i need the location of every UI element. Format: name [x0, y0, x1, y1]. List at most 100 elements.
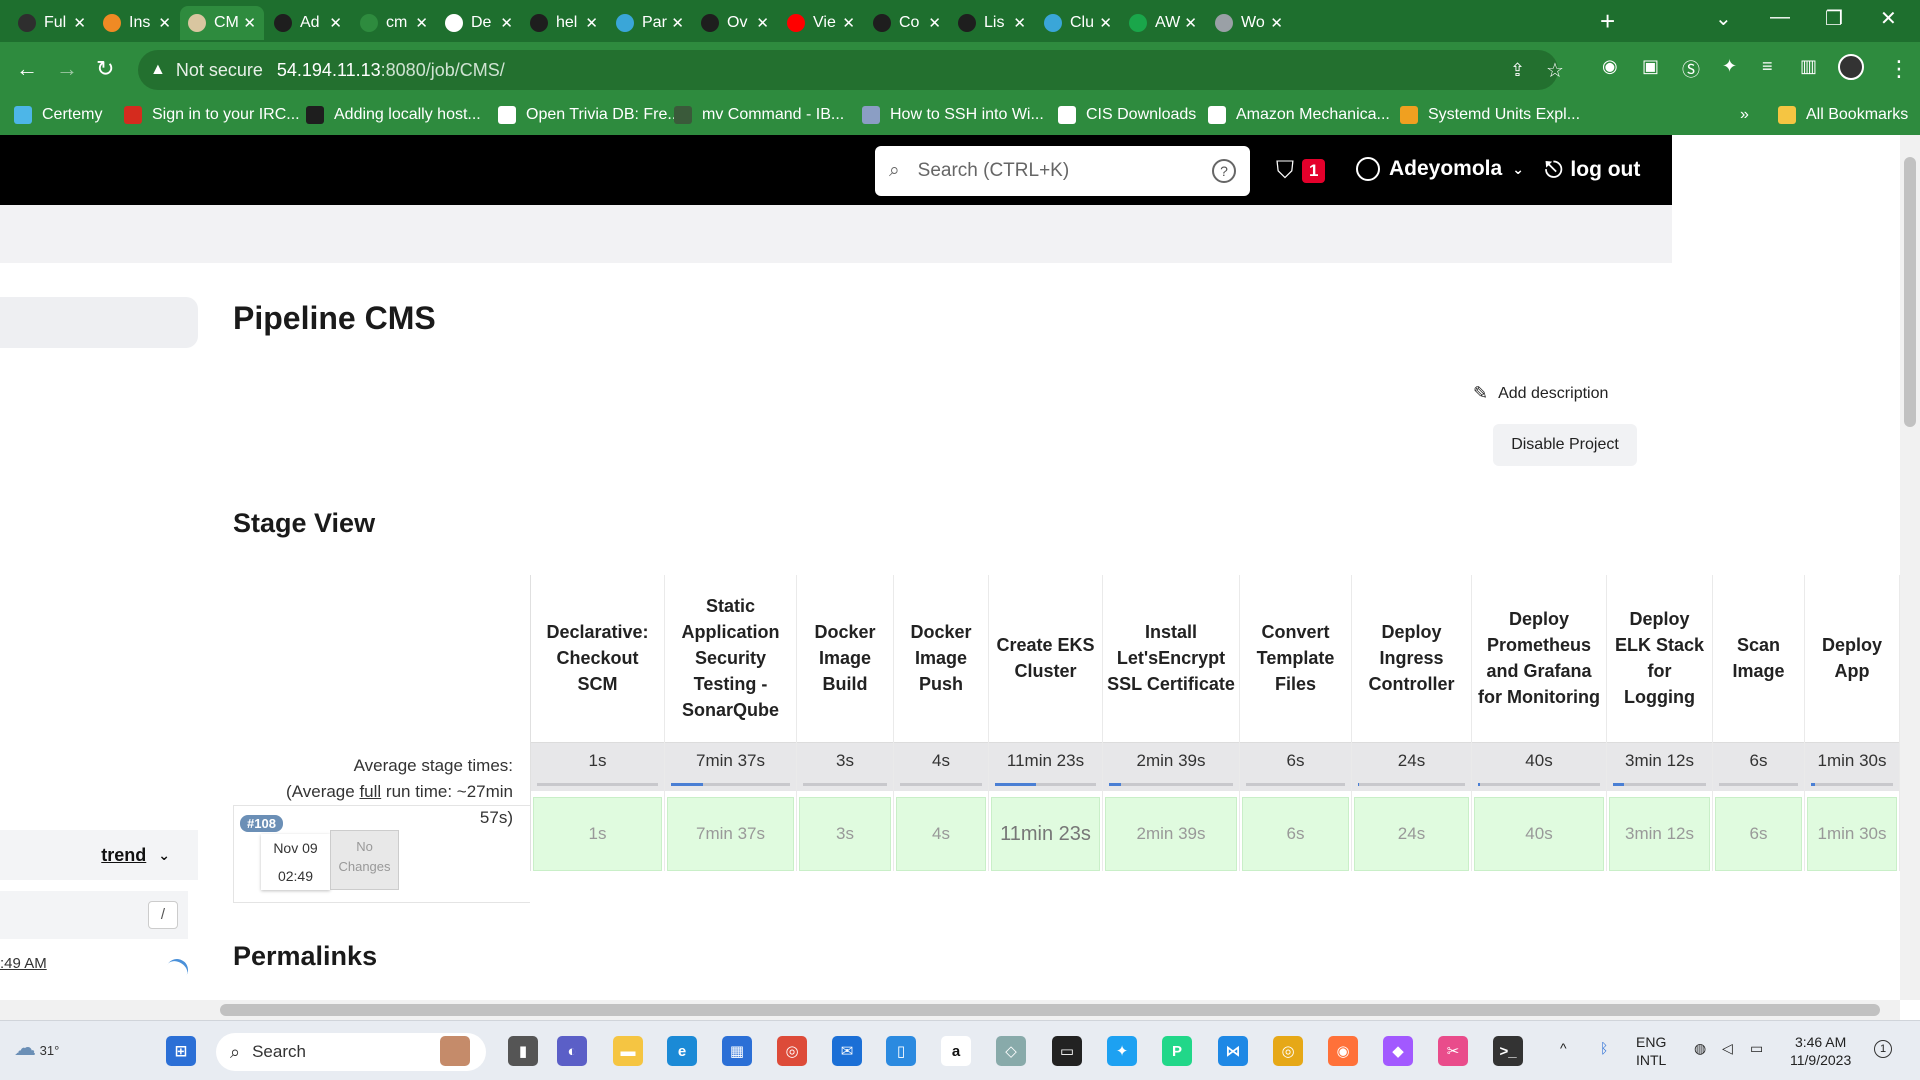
chat-icon[interactable]: ◐: [557, 1036, 587, 1066]
stage-result-cell[interactable]: 1s: [533, 797, 662, 871]
vertical-scroll-thumb[interactable]: [1904, 157, 1916, 427]
volume-icon[interactable]: ◁: [1722, 1039, 1733, 1057]
start-button[interactable]: ⊞: [166, 1036, 196, 1066]
share-icon[interactable]: ⇪: [1510, 60, 1525, 81]
stage-result-cell[interactable]: 1min 30s: [1807, 797, 1897, 871]
horizontal-scrollbar[interactable]: [0, 1000, 1900, 1020]
stage-result-cell[interactable]: 40s: [1474, 797, 1604, 871]
tab-3[interactable]: Ad ✕: [266, 6, 350, 40]
tab-2[interactable]: CM ✕: [180, 6, 264, 40]
bookmark-item[interactable]: Open Trivia DB: Fre...: [498, 106, 681, 124]
build-timestamp-link[interactable]: :49 AM: [0, 955, 47, 972]
widget-avatar-icon[interactable]: [440, 1036, 470, 1066]
back-icon[interactable]: ←: [16, 56, 38, 82]
stage-result-cell[interactable]: 2min 39s: [1105, 797, 1237, 871]
extensions-puzzle-icon[interactable]: ✦: [1722, 56, 1737, 77]
bookmark-item[interactable]: Sign in to your IRC...: [124, 106, 300, 124]
tray-overflow-icon[interactable]: ^: [1560, 1039, 1567, 1057]
minimize-button[interactable]: —: [1770, 6, 1790, 29]
tab-close-icon[interactable]: ✕: [585, 14, 598, 32]
vscode-icon[interactable]: ⋈: [1218, 1036, 1248, 1066]
tab-close-icon[interactable]: ✕: [928, 14, 941, 32]
store-icon[interactable]: ▦: [722, 1036, 752, 1066]
bookmark-star-icon[interactable]: ☆: [1546, 58, 1564, 83]
clock[interactable]: 3:46 AM 11/9/2023: [1790, 1033, 1851, 1069]
pycharm-icon[interactable]: P: [1162, 1036, 1192, 1066]
battery-icon[interactable]: ▭: [1750, 1039, 1763, 1057]
notification-badge[interactable]: 1: [1874, 1040, 1892, 1058]
tab-close-icon[interactable]: ✕: [1013, 14, 1026, 32]
tab-8[interactable]: Ov ✕: [693, 6, 777, 40]
tab-0[interactable]: Ful ✕: [10, 6, 94, 40]
tab-search-icon[interactable]: ⌄: [1715, 6, 1732, 31]
tab-close-icon[interactable]: ✕: [1099, 14, 1112, 32]
stage-result-cell[interactable]: 3s: [799, 797, 891, 871]
horizontal-scroll-thumb[interactable]: [220, 1004, 1880, 1016]
search-box[interactable]: ⌕ Search (CTRL+K) ?: [875, 146, 1250, 196]
weather-widget[interactable]: ☁ 31°: [14, 1035, 59, 1061]
bluetooth-icon[interactable]: ᛒ: [1600, 1039, 1608, 1057]
vertical-scrollbar[interactable]: [1900, 135, 1920, 1000]
stage-result-cell[interactable]: 6s: [1715, 797, 1802, 871]
tab-1[interactable]: Ins ✕: [95, 6, 179, 40]
tab-close-icon[interactable]: ✕: [671, 14, 684, 32]
tab-10[interactable]: Co ✕: [865, 6, 949, 40]
new-tab-button[interactable]: +: [1600, 8, 1615, 34]
tab-close-icon[interactable]: ✕: [842, 14, 855, 32]
amazon-icon[interactable]: a: [941, 1036, 971, 1066]
extension-1-icon[interactable]: ◉: [1602, 56, 1618, 77]
menu-kebab-icon[interactable]: ⋮: [1888, 56, 1910, 82]
bookmark-item[interactable]: Certemy: [14, 106, 102, 124]
stage-result-cell[interactable]: 3min 12s: [1609, 797, 1710, 871]
stage-result-cell[interactable]: 11min 23s: [991, 797, 1100, 871]
bookmark-item[interactable]: Amazon Mechanica...: [1208, 106, 1390, 124]
tab-close-icon[interactable]: ✕: [1184, 14, 1197, 32]
add-description-link[interactable]: ✎ Add description: [1473, 383, 1608, 404]
tab-close-icon[interactable]: ✕: [243, 14, 256, 32]
edge-icon[interactable]: e: [667, 1036, 697, 1066]
bookmark-item[interactable]: Adding locally host...: [306, 106, 481, 124]
network-icon[interactable]: ◍: [1694, 1039, 1706, 1057]
twitter-icon[interactable]: ✦: [1107, 1036, 1137, 1066]
chrome-icon[interactable]: ◎: [777, 1036, 807, 1066]
forward-icon[interactable]: →: [56, 56, 78, 82]
restore-button[interactable]: ❐: [1825, 6, 1843, 31]
stage-result-cell[interactable]: 7min 37s: [667, 797, 794, 871]
avg-full-link[interactable]: full: [359, 782, 381, 801]
tab-7[interactable]: Par ✕: [608, 6, 692, 40]
snip-icon[interactable]: ✂: [1438, 1036, 1468, 1066]
chrome-canary-icon[interactable]: ◎: [1273, 1036, 1303, 1066]
build-number-badge[interactable]: #108: [240, 815, 283, 832]
tab-close-icon[interactable]: ✕: [73, 14, 86, 32]
tab-4[interactable]: cm ✕: [352, 6, 436, 40]
tab-close-icon[interactable]: ✕: [756, 14, 769, 32]
bookmark-item[interactable]: Systemd Units Expl...: [1400, 106, 1580, 124]
bookmark-item[interactable]: How to SSH into Wi...: [862, 106, 1044, 124]
tab-close-icon[interactable]: ✕: [329, 14, 342, 32]
stage-result-cell[interactable]: 4s: [896, 797, 986, 871]
side-panel-item[interactable]: [0, 297, 198, 348]
mail-icon[interactable]: ✉: [832, 1036, 862, 1066]
security-alerts[interactable]: ⛉ 1: [1276, 157, 1326, 185]
extension-2-icon[interactable]: ▣: [1642, 56, 1659, 77]
media-icon[interactable]: ≡: [1762, 56, 1773, 77]
tab-close-icon[interactable]: ✕: [1270, 14, 1283, 32]
tab-5[interactable]: De ✕: [437, 6, 521, 40]
taskview-icon[interactable]: ▮: [508, 1036, 538, 1066]
extension-3-icon[interactable]: Ⓢ: [1682, 56, 1700, 82]
help-icon[interactable]: ?: [1212, 159, 1236, 183]
user-menu[interactable]: Adeyomola ⌄: [1356, 157, 1524, 181]
tab-14[interactable]: Wo ✕: [1207, 6, 1291, 40]
logout-link[interactable]: ⎋ log out: [1545, 157, 1640, 183]
trend-toggle[interactable]: trend ⌄: [0, 830, 198, 880]
figma-icon[interactable]: ◆: [1383, 1036, 1413, 1066]
all-bookmarks[interactable]: All Bookmarks: [1778, 106, 1908, 124]
disable-project-button[interactable]: Disable Project: [1493, 424, 1637, 466]
close-window-button[interactable]: ✕: [1880, 6, 1897, 31]
file-explorer-icon[interactable]: ▬: [613, 1036, 643, 1066]
address-bar[interactable]: ▲ Not secure 54.194.11.13:8080/job/CMS/ …: [138, 50, 1564, 90]
profile-avatar[interactable]: [1838, 54, 1864, 80]
tab-13[interactable]: AW ✕: [1121, 6, 1205, 40]
stage-result-cell[interactable]: 24s: [1354, 797, 1469, 871]
bookmarks-overflow-icon[interactable]: »: [1740, 106, 1749, 124]
